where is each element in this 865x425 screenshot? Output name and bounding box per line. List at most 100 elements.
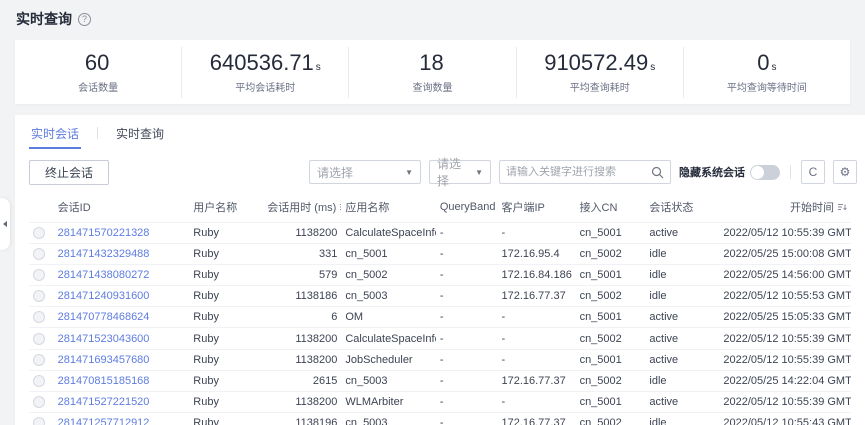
row-radio[interactable]	[33, 375, 45, 387]
user-name-cell: Ruby	[189, 265, 263, 286]
session-id-link[interactable]: 281470778468624	[58, 311, 150, 323]
stat-value: 640536.71	[210, 50, 314, 75]
stat-item: 640536.71s 平均会话耗时	[181, 47, 348, 98]
row-radio[interactable]	[33, 227, 45, 239]
queryband-cell: -	[436, 265, 498, 286]
session-state-cell: idle	[645, 370, 719, 391]
queryband-cell: -	[436, 286, 498, 307]
app-name-cell: cn_5003	[341, 286, 436, 307]
search-input[interactable]	[506, 166, 651, 178]
toolbar-right: 请选择 ▼ 请选择 ▼ 隐藏系统会话 C ⚙	[309, 160, 857, 184]
session-id-link[interactable]: 281471527221520	[58, 396, 150, 408]
search-icon[interactable]	[651, 166, 664, 179]
stat-item: 0s 平均查询等待时间	[683, 47, 850, 98]
hide-system-sessions-toggle-group: 隐藏系统会话	[679, 164, 780, 180]
user-name-cell: Ruby	[189, 349, 263, 370]
tabs: 实时会话 实时查询	[29, 125, 851, 149]
start-time-cell: 2022/05/12 10:55:39 GMT...	[719, 223, 851, 244]
session-table-body: 281471570221328 Ruby 1138200 CalculateSp…	[29, 223, 851, 425]
row-radio[interactable]	[33, 248, 45, 260]
start-time-cell: 2022/05/25 14:56:00 GMT...	[719, 265, 851, 286]
session-id-link[interactable]: 281471438080272	[58, 269, 150, 281]
col-queryband[interactable]: QueryBand	[436, 193, 498, 223]
session-id-link[interactable]: 281471570221328	[58, 227, 150, 239]
row-radio[interactable]	[33, 269, 45, 281]
session-state-cell: active	[645, 328, 719, 349]
duration-cell: 1138200	[263, 391, 341, 412]
col-user-name[interactable]: 用户名称	[189, 193, 263, 223]
session-id-link[interactable]: 281471693457680	[58, 354, 150, 366]
start-time-cell: 2022/05/12 10:55:43 GMT...	[719, 412, 851, 425]
cn-cell: cn_5002	[576, 244, 646, 265]
cn-cell: cn_5001	[576, 349, 646, 370]
client-ip-cell: 172.16.77.37	[497, 286, 575, 307]
main-card: 实时会话 实时查询 终止会话 请选择 ▼ 请选择 ▼ 隐藏系统会话	[15, 115, 865, 425]
app-name-cell: cn_5002	[341, 265, 436, 286]
col-app-name[interactable]: 应用名称	[341, 193, 436, 223]
filter-select-1[interactable]: 请选择 ▼	[309, 160, 421, 184]
session-id-link[interactable]: 281471523043600	[58, 333, 150, 345]
row-radio[interactable]	[33, 417, 45, 425]
col-cn[interactable]: 接入CN	[576, 193, 646, 223]
terminate-session-button[interactable]: 终止会话	[29, 160, 109, 185]
table-row: 281471693457680 Ruby 1138200 JobSchedule…	[29, 349, 851, 370]
session-id-link[interactable]: 281471240931600	[58, 290, 150, 302]
session-id-link[interactable]: 281471432329488	[58, 248, 150, 260]
hide-system-sessions-switch[interactable]	[750, 165, 780, 180]
table-header-row: 会话ID 用户名称 会话用时 (ms) 应用名称 QueryBand 客户端IP…	[29, 193, 851, 223]
client-ip-cell: 172.16.84.186	[497, 265, 575, 286]
filter-select-2[interactable]: 请选择 ▼	[429, 160, 491, 184]
tab[interactable]: 实时查询	[114, 125, 166, 149]
col-start-time[interactable]: 开始时间	[719, 193, 851, 223]
app-name-cell: CalculateSpaceInfo	[341, 328, 436, 349]
gear-icon[interactable]: ⚙	[833, 160, 857, 184]
table-row: 281470778468624 Ruby 6 OM - - cn_5001 ac…	[29, 307, 851, 328]
sidebar-collapse-handle[interactable]	[0, 198, 10, 250]
help-icon[interactable]: ?	[78, 13, 91, 26]
divider	[790, 165, 791, 179]
tab[interactable]: 实时会话	[29, 125, 81, 149]
stat-label: 平均会话耗时	[182, 79, 348, 94]
session-id-link[interactable]: 281471257712912	[58, 417, 150, 425]
user-name-cell: Ruby	[189, 391, 263, 412]
duration-cell: 1138200	[263, 223, 341, 244]
sort-icon[interactable]	[339, 202, 341, 215]
duration-cell: 1138200	[263, 349, 341, 370]
session-state-cell: idle	[645, 412, 719, 425]
row-radio[interactable]	[33, 290, 45, 302]
user-name-cell: Ruby	[189, 286, 263, 307]
start-time-cell: 2022/05/12 10:55:53 GMT...	[719, 286, 851, 307]
session-id-link[interactable]: 281470815185168	[58, 375, 150, 387]
page-title: 实时查询	[16, 9, 72, 29]
queryband-cell: -	[436, 244, 498, 265]
start-time-cell: 2022/05/25 14:22:04 GMT...	[719, 370, 851, 391]
cn-cell: cn_5002	[576, 412, 646, 425]
cn-cell: cn_5001	[576, 265, 646, 286]
queryband-cell: -	[436, 391, 498, 412]
client-ip-cell: -	[497, 349, 575, 370]
stat-label: 平均查询耗时	[517, 79, 683, 94]
client-ip-cell: 172.16.77.37	[497, 370, 575, 391]
refresh-icon[interactable]: C	[801, 160, 825, 184]
sort-icon[interactable]	[837, 202, 847, 215]
row-radio[interactable]	[33, 396, 45, 408]
row-radio[interactable]	[33, 311, 45, 323]
stat-unit: s	[650, 62, 655, 73]
table-row: 281471432329488 Ruby 331 cn_5001 - 172.1…	[29, 244, 851, 265]
app-name-cell: cn_5003	[341, 370, 436, 391]
row-radio[interactable]	[33, 333, 45, 345]
col-client-ip[interactable]: 客户端IP	[497, 193, 575, 223]
session-state-cell: idle	[645, 244, 719, 265]
user-name-cell: Ruby	[189, 328, 263, 349]
table-row: 281470815185168 Ruby 2615 cn_5003 - 172.…	[29, 370, 851, 391]
row-radio[interactable]	[33, 354, 45, 366]
queryband-cell: -	[436, 349, 498, 370]
filter-select-1-placeholder: 请选择	[317, 164, 353, 181]
col-session-state[interactable]: 会话状态	[645, 193, 719, 223]
user-name-cell: Ruby	[189, 223, 263, 244]
stat-item: 18 查询数量	[348, 47, 515, 98]
session-state-cell: active	[645, 391, 719, 412]
col-duration[interactable]: 会话用时 (ms)	[263, 193, 341, 223]
cn-cell: cn_5001	[576, 223, 646, 244]
col-session-id[interactable]: 会话ID	[54, 193, 190, 223]
